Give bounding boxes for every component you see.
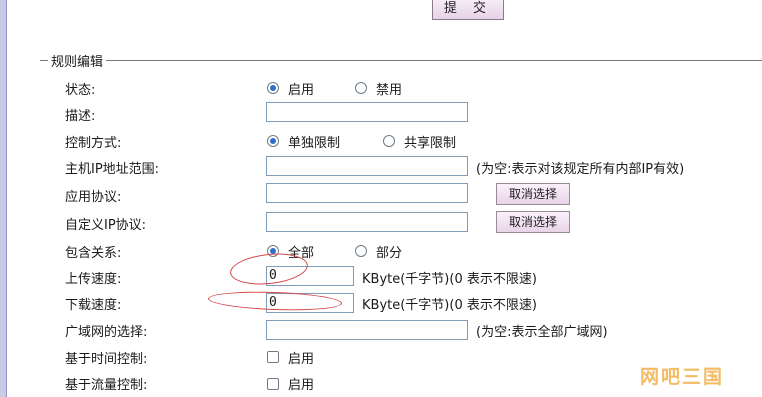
submit-button[interactable]: 提 交 <box>432 0 504 20</box>
control-shared-label: 共享限制 <box>404 136 457 151</box>
row-download-speed: 下载速度: 0 KByte(千字节)(0 表示不限速) <box>0 291 762 315</box>
host-ip-label: 主机IP地址范围: <box>65 162 160 177</box>
row-custom-ip-protocol: 自定义IP协议: 取消选择 <box>0 210 762 234</box>
row-control-mode: 控制方式: 单独限制 共享限制 <box>0 129 762 153</box>
time-control-option-label: 启用 <box>288 352 315 367</box>
status-enable-label: 启用 <box>288 83 315 98</box>
row-description: 描述: <box>0 102 762 126</box>
status-label: 状态: <box>65 83 96 98</box>
row-include-relation: 包含关系: 全部 部分 <box>0 239 762 263</box>
control-shared-radio[interactable] <box>383 135 395 147</box>
watermark-logo: 网吧三国 <box>640 366 725 388</box>
include-partial-radio[interactable] <box>355 245 367 257</box>
row-wan-select: 广域网的选择: (为空:表示全部广域网) <box>0 318 762 342</box>
row-status: 状态: 启用 禁用 <box>0 76 762 100</box>
wan-select-input[interactable] <box>266 320 468 340</box>
custom-ip-protocol-cancel-button[interactable]: 取消选择 <box>496 211 570 233</box>
control-single-radio[interactable] <box>267 135 279 147</box>
traffic-control-label: 基于流量控制: <box>65 378 148 393</box>
wan-select-hint: (为空:表示全部广域网) <box>476 325 608 340</box>
status-disable-label: 禁用 <box>376 83 403 98</box>
control-single-label: 单独限制 <box>288 136 341 151</box>
download-speed-label: 下载速度: <box>65 298 122 313</box>
wan-select-label: 广域网的选择: <box>65 325 148 340</box>
host-ip-hint: (为空:表示对该规定所有内部IP有效) <box>476 162 685 177</box>
row-host-ip: 主机IP地址范围: (为空:表示对该规定所有内部IP有效) <box>0 155 762 179</box>
control-mode-label: 控制方式: <box>65 136 122 151</box>
row-app-protocol: 应用协议: 取消选择 <box>0 182 762 206</box>
upload-speed-hint: KByte(千字节)(0 表示不限速) <box>362 272 537 287</box>
row-upload-speed: 上传速度: 0 KByte(千字节)(0 表示不限速) <box>0 265 762 289</box>
time-control-checkbox[interactable] <box>267 351 279 363</box>
section-divider <box>40 60 762 61</box>
include-relation-label: 包含关系: <box>65 246 122 261</box>
include-partial-label: 部分 <box>376 246 403 261</box>
traffic-control-option-label: 启用 <box>288 378 315 393</box>
description-input[interactable] <box>266 102 468 122</box>
traffic-control-checkbox[interactable] <box>267 378 279 390</box>
custom-ip-protocol-input[interactable] <box>266 212 468 232</box>
app-protocol-label: 应用协议: <box>65 190 122 205</box>
description-label: 描述: <box>65 109 96 124</box>
status-enable-radio[interactable] <box>267 82 279 94</box>
host-ip-input[interactable] <box>266 156 468 176</box>
app-protocol-input[interactable] <box>266 183 468 203</box>
time-control-label: 基于时间控制: <box>65 352 148 367</box>
app-protocol-cancel-button[interactable]: 取消选择 <box>496 183 570 205</box>
download-speed-hint: KByte(千字节)(0 表示不限速) <box>362 298 537 313</box>
section-title: 规则编辑 <box>48 51 107 70</box>
upload-speed-label: 上传速度: <box>65 272 122 287</box>
status-disable-radio[interactable] <box>355 82 367 94</box>
custom-ip-protocol-label: 自定义IP协议: <box>65 218 147 233</box>
